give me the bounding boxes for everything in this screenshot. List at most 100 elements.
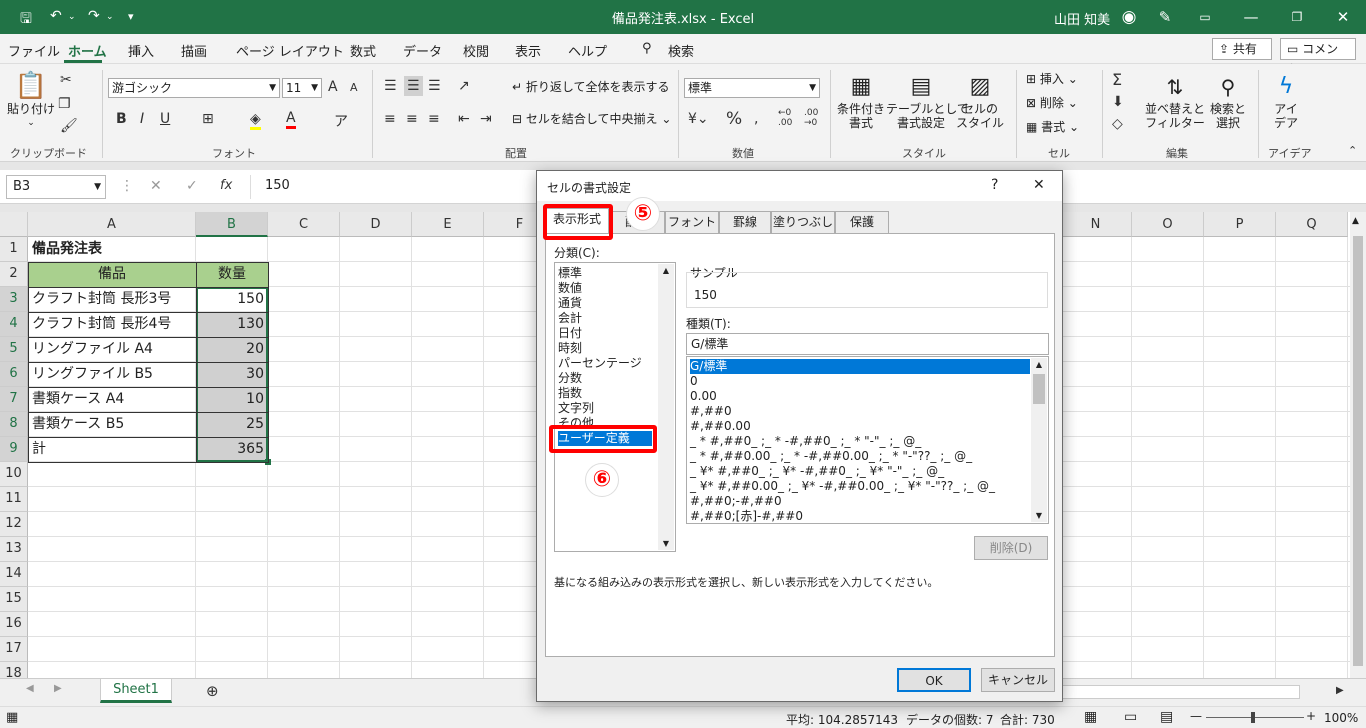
tab-draw[interactable]: 描画 bbox=[181, 41, 207, 60]
format-cells-button[interactable]: ▦ 書式 ⌄ bbox=[1026, 120, 1079, 134]
autosum-button[interactable]: Σ bbox=[1112, 70, 1122, 89]
align-bottom-icon[interactable]: ☰ bbox=[428, 78, 441, 94]
column-header-N[interactable]: N bbox=[1060, 212, 1132, 237]
search-icon[interactable]: ⚲ bbox=[642, 41, 652, 56]
tab-file[interactable]: ファイル bbox=[8, 41, 60, 60]
row-header-6[interactable]: 6 bbox=[0, 362, 28, 387]
row-header-10[interactable]: 10 bbox=[0, 462, 28, 487]
category-scrollbar[interactable]: ▲ ▼ bbox=[658, 264, 674, 550]
tab-protection[interactable]: 保護 bbox=[835, 211, 889, 233]
close-window-icon[interactable]: ✕ bbox=[1328, 6, 1358, 28]
row-header-8[interactable]: 8 bbox=[0, 412, 28, 437]
header-item[interactable]: 備品 bbox=[28, 262, 196, 287]
tab-page-layout[interactable]: ページ レイアウト bbox=[236, 41, 344, 60]
align-right-icon[interactable]: ≡ bbox=[428, 111, 440, 127]
sheet-title[interactable]: 備品発注表 bbox=[28, 237, 196, 262]
row-header-9[interactable]: 9 bbox=[0, 437, 28, 462]
column-header-D[interactable]: D bbox=[340, 212, 412, 237]
cut-icon[interactable]: ✂ bbox=[60, 72, 72, 88]
next-sheet-icon[interactable]: ▶ bbox=[54, 683, 62, 694]
accounting-format-icon[interactable]: ¥⌄ bbox=[688, 111, 709, 127]
tab-home[interactable]: ホーム bbox=[68, 41, 107, 60]
underline-button[interactable]: U bbox=[160, 111, 170, 127]
increase-decimal-icon[interactable]: ←0.00 bbox=[778, 108, 792, 128]
italic-button[interactable]: I bbox=[140, 111, 144, 127]
column-header-C[interactable]: C bbox=[268, 212, 340, 237]
format-code-item[interactable]: #,##0 bbox=[690, 404, 732, 419]
category-item[interactable]: 通貨 bbox=[558, 296, 582, 311]
column-header-O[interactable]: O bbox=[1132, 212, 1204, 237]
bold-button[interactable]: B bbox=[116, 111, 127, 127]
normal-view-icon[interactable]: ▦ bbox=[1084, 709, 1097, 725]
paste-button[interactable]: 📋 貼り付け ⌄ bbox=[6, 70, 56, 130]
category-item[interactable]: 数値 bbox=[558, 281, 582, 296]
format-code-list[interactable]: G/標準 0 0.00 #,##0 #,##0.00 _ * #,##0_ ;_ * -#… bbox=[686, 356, 1049, 524]
merge-center-button[interactable]: ⊟ セルを結合して中央揃え ⌄ bbox=[512, 112, 671, 126]
category-item[interactable]: パーセンテージ bbox=[558, 356, 642, 371]
row-header-7[interactable]: 7 bbox=[0, 387, 28, 412]
confirm-entry-icon[interactable]: ✓ bbox=[186, 178, 198, 194]
row-header-1[interactable]: 1 bbox=[0, 237, 28, 262]
delete-cells-button[interactable]: ⊠ 削除 ⌄ bbox=[1026, 96, 1078, 110]
borders-icon[interactable]: ⊞ bbox=[202, 111, 214, 127]
row-header-3[interactable]: 3 bbox=[0, 287, 28, 312]
sheet-tab-sheet1[interactable]: Sheet1 bbox=[100, 679, 172, 703]
zoom-slider[interactable] bbox=[1206, 717, 1304, 718]
item-name-cell[interactable]: リングファイル A4 bbox=[28, 337, 196, 362]
format-code-item[interactable]: #,##0;-#,##0 bbox=[690, 494, 782, 509]
item-qty-cell[interactable]: 130 bbox=[196, 312, 268, 337]
ideas-button[interactable]: ϟ アイ デア bbox=[1266, 72, 1306, 130]
align-top-icon[interactable]: ☰ bbox=[384, 78, 397, 94]
sort-filter-button[interactable]: ⇅ 並べ替えと フィルター bbox=[1144, 72, 1206, 130]
fill-color-icon[interactable]: ◈ bbox=[250, 111, 261, 130]
vertical-scrollbar[interactable]: ▲ bbox=[1350, 212, 1366, 678]
shrink-font-button[interactable]: A bbox=[350, 81, 358, 94]
delete-format-button[interactable]: 削除(D) bbox=[974, 536, 1048, 560]
scroll-thumb[interactable] bbox=[1353, 236, 1363, 666]
zoom-level[interactable]: 100% bbox=[1324, 711, 1358, 725]
item-qty-cell[interactable]: 30 bbox=[196, 362, 268, 387]
column-header-P[interactable]: P bbox=[1204, 212, 1276, 237]
decrease-indent-icon[interactable]: ⇤ bbox=[458, 111, 470, 127]
row-header-2[interactable]: 2 bbox=[0, 262, 28, 287]
category-item[interactable]: 指数 bbox=[558, 386, 582, 401]
close-dialog-button[interactable]: ✕ bbox=[1033, 177, 1045, 193]
percent-button[interactable]: % bbox=[726, 109, 742, 129]
prev-sheet-icon[interactable]: ◀ bbox=[26, 683, 34, 694]
select-all-corner[interactable] bbox=[0, 212, 28, 237]
format-code-item[interactable]: 0.00 bbox=[690, 389, 717, 404]
column-header-A[interactable]: A bbox=[28, 212, 196, 237]
restore-icon[interactable]: ❐ bbox=[1282, 6, 1312, 28]
zoom-slider-thumb[interactable] bbox=[1251, 712, 1255, 723]
category-item[interactable]: 日付 bbox=[558, 326, 582, 341]
category-item[interactable]: 時刻 bbox=[558, 341, 582, 356]
find-select-button[interactable]: ⚲ 検索と 選択 bbox=[1206, 72, 1250, 130]
fill-icon[interactable]: ⬇ bbox=[1112, 94, 1124, 110]
ribbon-display-icon[interactable]: ▭ bbox=[1190, 6, 1220, 28]
column-header-B[interactable]: B bbox=[196, 212, 268, 237]
help-button[interactable]: ? bbox=[991, 177, 998, 193]
cancel-entry-icon[interactable]: ✕ bbox=[150, 178, 162, 194]
ok-button[interactable]: OK bbox=[897, 668, 971, 692]
header-qty[interactable]: 数量 bbox=[196, 262, 268, 287]
row-header-14[interactable]: 14 bbox=[0, 562, 28, 587]
category-item[interactable]: 文字列 bbox=[558, 401, 594, 416]
row-header-13[interactable]: 13 bbox=[0, 537, 28, 562]
add-sheet-icon[interactable]: ⊕ bbox=[206, 682, 219, 700]
type-input[interactable]: G/標準 bbox=[686, 333, 1049, 355]
tab-help[interactable]: ヘルプ bbox=[568, 41, 607, 60]
format-scrollbar[interactable]: ▲ ▼ bbox=[1031, 358, 1047, 522]
copy-icon[interactable]: ❐ bbox=[58, 96, 71, 112]
row-header-15[interactable]: 15 bbox=[0, 587, 28, 612]
zoom-out-icon[interactable]: — bbox=[1190, 709, 1202, 723]
category-item[interactable]: 分数 bbox=[558, 371, 582, 386]
format-code-item[interactable]: #,##0.00 bbox=[690, 419, 751, 434]
row-header-17[interactable]: 17 bbox=[0, 637, 28, 662]
zoom-in-icon[interactable]: + bbox=[1306, 709, 1316, 723]
row-header-4[interactable]: 4 bbox=[0, 312, 28, 337]
row-header-12[interactable]: 12 bbox=[0, 512, 28, 537]
insert-function-button[interactable]: fx bbox=[220, 178, 232, 193]
horizontal-scrollbar[interactable] bbox=[1062, 685, 1300, 699]
macro-record-icon[interactable]: ▦ bbox=[6, 710, 18, 725]
item-name-cell[interactable]: 書類ケース A4 bbox=[28, 387, 196, 412]
